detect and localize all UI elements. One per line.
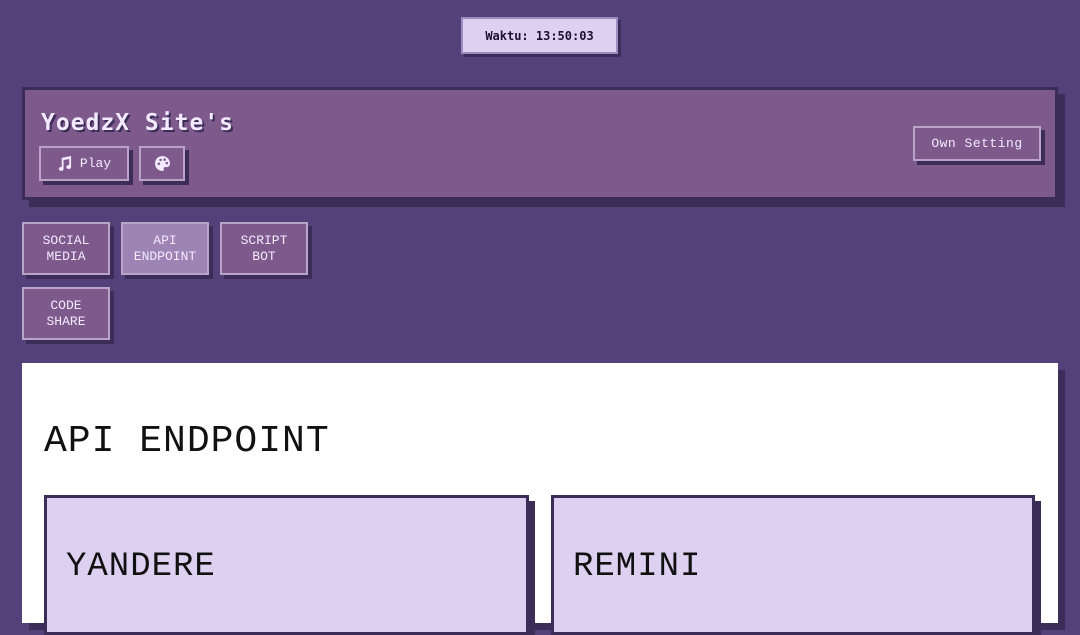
api-card-remini[interactable]: REMINI — [551, 495, 1035, 635]
tab-code-share[interactable]: CODE SHARE — [22, 287, 110, 340]
theme-button[interactable] — [139, 146, 185, 181]
clock-display: Waktu: 13:50:03 — [461, 17, 618, 54]
palette-icon — [154, 155, 171, 172]
api-card-title: REMINI — [573, 548, 702, 586]
tab-api-endpoint[interactable]: API ENDPOINT — [121, 222, 209, 275]
tab-label: API ENDPOINT — [133, 232, 197, 264]
api-card-yandere[interactable]: YANDERE — [44, 495, 529, 635]
tab-label: SOCIAL MEDIA — [42, 232, 90, 264]
music-icon — [57, 156, 72, 171]
tab-label: CODE SHARE — [46, 297, 86, 329]
content-panel: API ENDPOINT YANDERE REMINI — [22, 363, 1058, 635]
tab-label: SCRIPT BOT — [240, 232, 288, 264]
play-button[interactable]: Play — [39, 146, 129, 181]
site-header: YoedzX Site's Play Own Setting — [22, 87, 1058, 200]
tab-script-bot[interactable]: SCRIPT BOT — [220, 222, 308, 275]
api-card-title: YANDERE — [66, 548, 216, 586]
section-title: API ENDPOINT — [44, 420, 330, 463]
tab-social-media[interactable]: SOCIAL MEDIA — [22, 222, 110, 275]
own-setting-button[interactable]: Own Setting — [913, 126, 1041, 161]
play-label: Play — [79, 156, 112, 171]
site-title: YoedzX Site's — [41, 110, 235, 136]
